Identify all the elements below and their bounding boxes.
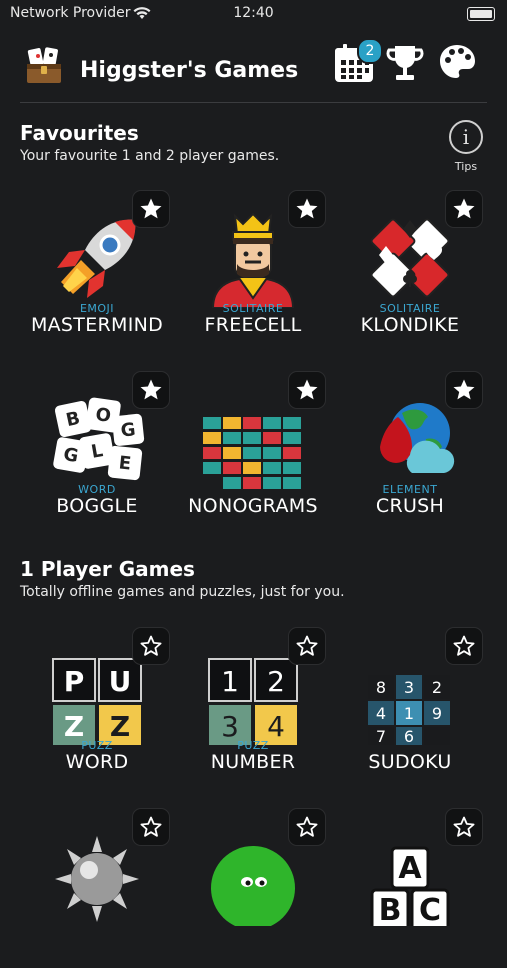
clock: 12:40	[233, 5, 274, 21]
info-icon: i	[449, 120, 483, 154]
favourite-star-button[interactable]	[445, 627, 483, 665]
sudoku-cell: 3	[404, 678, 414, 697]
sudoku-cell: 1	[404, 704, 414, 723]
game-tile-puzz-word[interactable]: P U Z Z PUZZ WORD	[22, 627, 172, 787]
star-filled-icon	[453, 379, 475, 400]
sudoku-cell: 4	[376, 704, 386, 723]
game-tile-freecell[interactable]: SOLITAIRE FREECELL	[178, 190, 328, 350]
star-filled-icon	[296, 379, 318, 400]
abc-letter: A	[398, 851, 422, 886]
game-tile-mastermind[interactable]: EMOJI MASTERMIND	[22, 190, 172, 350]
favourite-star-button[interactable]	[132, 371, 170, 409]
star-filled-icon	[296, 198, 318, 219]
star-outline-icon	[453, 816, 475, 837]
app-header: Higgster's Games 2	[0, 38, 507, 102]
favourite-star-button[interactable]	[288, 808, 326, 846]
game-name: MASTERMIND	[30, 314, 164, 336]
sudoku-cell: 6	[404, 727, 414, 745]
game-name: WORD	[65, 751, 129, 773]
favourite-star-button[interactable]	[445, 371, 483, 409]
puzz-number-digit: 2	[267, 665, 285, 698]
abc-letter: C	[419, 893, 441, 926]
app-title: Higgster's Games	[80, 58, 299, 83]
tips-button[interactable]: i Tips	[447, 120, 485, 173]
puzz-word-letter: P	[64, 665, 85, 698]
favourite-star-button[interactable]	[132, 190, 170, 228]
calendar-badge: 2	[357, 38, 383, 64]
game-tile-blob[interactable]	[178, 808, 328, 968]
one-player-title: 1 Player Games	[20, 557, 195, 581]
game-tile-sudoku[interactable]: 8 3 2 4 1 9 7 6 SUDOKU	[335, 627, 485, 787]
star-outline-icon	[296, 635, 318, 656]
treasure-chest-logo-icon	[24, 46, 64, 86]
calendar-button[interactable]: 2	[333, 38, 383, 88]
puzz-word-letter: U	[109, 665, 132, 698]
favourite-star-button[interactable]	[288, 627, 326, 665]
star-outline-icon	[296, 816, 318, 837]
favourite-star-button[interactable]	[288, 190, 326, 228]
battery-icon	[467, 7, 495, 21]
favourite-star-button[interactable]	[445, 808, 483, 846]
game-tile-nonograms[interactable]: NONOGRAMS	[178, 371, 328, 531]
svg-text:G: G	[120, 419, 137, 441]
sudoku-cell: 8	[376, 678, 386, 697]
favourite-star-button[interactable]	[288, 371, 326, 409]
svg-text:E: E	[118, 452, 132, 474]
game-name: CRUSH	[375, 495, 445, 517]
trophy-icon	[386, 46, 424, 80]
star-filled-icon	[140, 379, 162, 400]
game-tile-element-crush[interactable]: ELEMENT CRUSH	[335, 371, 485, 531]
game-tile-puzz-number[interactable]: 1 2 3 4 PUZZ NUMBER	[178, 627, 328, 787]
favourite-star-button[interactable]	[132, 627, 170, 665]
puzz-number-digit: 1	[221, 665, 239, 698]
game-name: SUDOKU	[368, 751, 452, 773]
star-outline-icon	[140, 816, 162, 837]
theme-button[interactable]	[437, 42, 483, 88]
palette-icon	[440, 45, 475, 78]
svg-text:O: O	[94, 404, 112, 427]
game-tile-boggle[interactable]: B O G G L E WORD BOGGLE	[22, 371, 172, 531]
one-player-subtitle: Totally offline games and puzzles, just …	[20, 584, 345, 600]
game-name: NONOGRAMS	[188, 495, 318, 517]
star-filled-icon	[453, 198, 475, 219]
favourites-title: Favourites	[20, 121, 139, 145]
game-name: KLONDIKE	[360, 314, 460, 336]
sudoku-cell: 2	[432, 678, 442, 697]
abc-letter: B	[379, 893, 402, 926]
favourites-subtitle: Your favourite 1 and 2 player games.	[20, 148, 280, 164]
header-divider	[20, 102, 487, 103]
game-name: FREECELL	[204, 314, 302, 336]
game-name: BOGGLE	[56, 495, 138, 517]
trophy-button[interactable]	[384, 42, 430, 88]
game-tile-klondike[interactable]: SOLITAIRE KLONDIKE	[335, 190, 485, 350]
favourite-star-button[interactable]	[132, 808, 170, 846]
favourite-star-button[interactable]	[445, 190, 483, 228]
tips-label: Tips	[454, 160, 478, 173]
sudoku-cell: 9	[432, 704, 442, 723]
game-tile-mines[interactable]	[22, 808, 172, 968]
star-filled-icon	[140, 198, 162, 219]
star-outline-icon	[140, 635, 162, 656]
status-bar: Network Provider 12:40	[0, 0, 507, 28]
star-outline-icon	[453, 635, 475, 656]
sudoku-cell: 7	[376, 727, 386, 745]
game-tile-abc[interactable]: A B C	[335, 808, 485, 968]
game-name: NUMBER	[210, 751, 296, 773]
